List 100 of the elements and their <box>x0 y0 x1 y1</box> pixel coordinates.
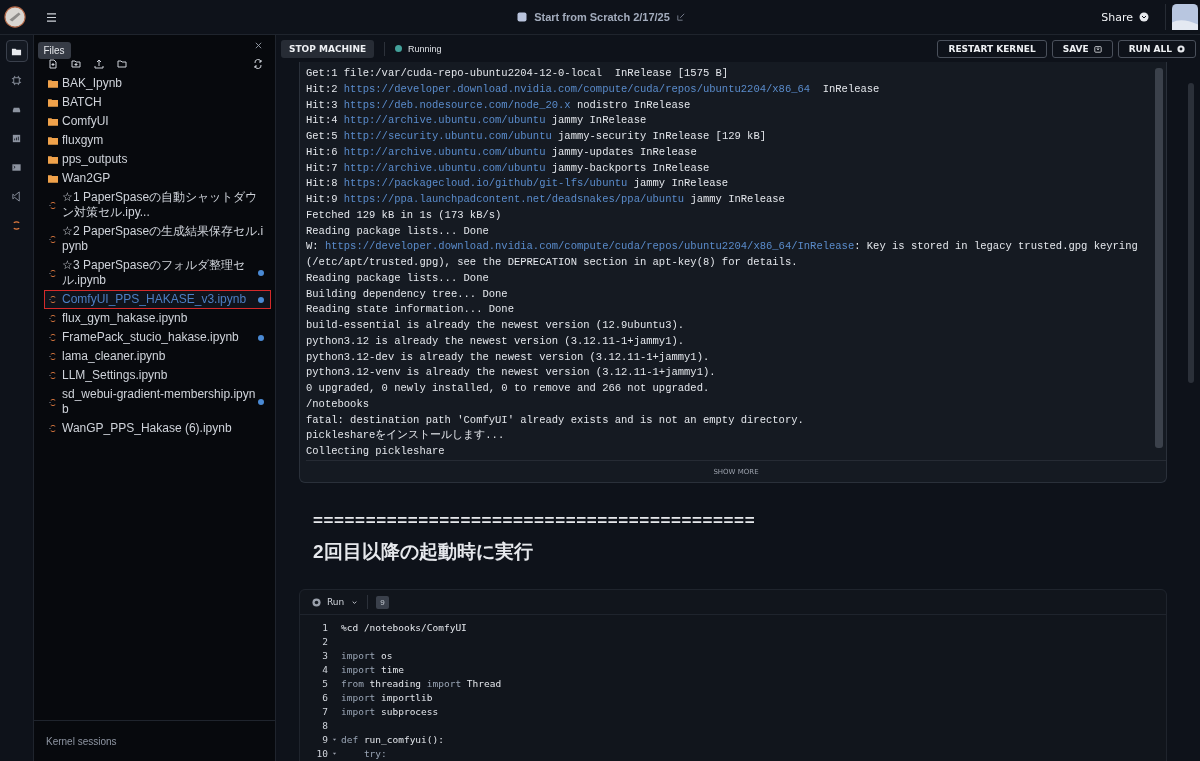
folder-icon[interactable] <box>117 59 127 69</box>
chart-icon <box>11 132 22 144</box>
run-icon <box>312 597 321 607</box>
output-line: /notebooks <box>306 396 370 412</box>
line-number: 7 <box>321 705 328 717</box>
caret-icon <box>1139 12 1149 22</box>
tooltip: Files <box>37 42 71 59</box>
notebook-icon <box>48 200 58 210</box>
markdown-heading: 2回目以降の起動時に実行 <box>313 540 534 564</box>
toolbar-button[interactable]: SAVE <box>1051 39 1113 58</box>
output-line: Building dependency tree... Done <box>306 286 509 302</box>
toolbar-button[interactable]: RESTART KERNEL <box>937 39 1047 58</box>
fold-caret-icon[interactable] <box>332 750 337 756</box>
output-line: Get:5 http://security.ubuntu.com/ubuntu jammy-security InRelease [129 kB] <box>306 129 767 144</box>
avatar-icon[interactable] <box>4 6 26 28</box>
file-item[interactable]: BATCH <box>44 93 271 112</box>
edit-icon[interactable] <box>676 13 685 21</box>
new-folder-icon[interactable] <box>71 59 81 69</box>
chip-icon <box>11 74 22 86</box>
line-number: 10 <box>315 747 328 759</box>
output-link[interactable]: https://ppa.launchpadcontent.net/deadsnakes/ppa/ubuntu <box>343 193 685 205</box>
output-link[interactable]: https://packagecloud.io/github/git-lfs/ubuntu <box>343 177 628 190</box>
code-line: import subprocess <box>341 705 439 717</box>
share-button[interactable]: Share <box>1101 10 1149 24</box>
user-avatar[interactable] <box>1165 4 1198 30</box>
file-item[interactable]: flux_gym_hakase.ipynb <box>44 309 271 328</box>
code-line: import os <box>341 649 393 661</box>
file-item[interactable]: lama_cleaner.ipynb <box>44 347 271 366</box>
refresh-icon[interactable] <box>253 59 263 69</box>
terminal-icon <box>11 161 22 173</box>
file-item[interactable]: BAK_Ipynb <box>44 74 271 93</box>
code-line: def run_comfyui(): <box>341 733 444 745</box>
file-item[interactable]: FramePack_stucio_hakase.ipynb <box>44 328 271 347</box>
output-line: W: https://developer.download.nvidia.com/compute/cuda/repos/ubuntu2204/x86_64/InRelease: Key is stored in legacy trusted.gpg keyring <box>306 239 1139 255</box>
output-link[interactable]: http://archive.ubuntu.com/ubuntu <box>343 161 546 174</box>
kernel-sessions-label[interactable]: Kernel sessions <box>46 735 117 747</box>
save-icon <box>1093 44 1102 53</box>
output-line: Hit:8 https://packagecloud.io/github/git-lfs/ubuntu jammy InRelease <box>306 176 730 192</box>
output-link[interactable]: http://security.ubuntu.com/ubuntu <box>343 130 552 142</box>
output-line: python3.12-dev is already the newest version (3.12.11-1+jammy1). <box>306 349 711 365</box>
notebook-icon <box>48 295 58 304</box>
output-line: Collecting pickleshare <box>306 444 446 459</box>
output-line: Reading package lists... Done <box>306 223 490 239</box>
line-number: 4 <box>321 663 328 675</box>
upload-icon[interactable] <box>94 59 104 69</box>
code-line: from threading import Thread <box>341 677 502 689</box>
notebook-icon <box>48 424 58 433</box>
output-line: Reading state information... Done <box>306 302 515 318</box>
code-line: import time <box>341 663 404 675</box>
stop-machine-button[interactable]: STOP MACHINE <box>281 39 375 58</box>
file-item[interactable]: sd_webui-gradient-membership.ipynb <box>44 385 271 419</box>
notebook-icon <box>48 333 58 342</box>
code-line: %cd /notebooks/ComfyUI <box>341 621 467 633</box>
toolbar-button[interactable]: RUN ALL <box>1117 39 1196 58</box>
notebook-title[interactable]: Start from Scratch 2/17/25 <box>534 11 670 23</box>
file-item[interactable]: ComfyUI_PPS_HAKASE_v3.ipynb <box>44 290 271 309</box>
notebook-icon <box>48 268 58 278</box>
file-item[interactable]: ☆1 PaperSpaseの自動シャットダウン対策セル.ipy... <box>44 188 271 222</box>
file-item[interactable]: fluxgym <box>44 131 271 150</box>
output-line: python3.12-venv is already the newest version (3.12.11-1+jammy1). <box>306 365 717 381</box>
record-icon <box>1177 44 1185 53</box>
file-item[interactable]: ComfyUI <box>44 112 271 131</box>
file-item[interactable]: LLM_Settings.ipynb <box>44 366 271 385</box>
output-line: 0 upgraded, 0 newly installed, 0 to remove and 266 not upgraded. <box>306 381 711 396</box>
line-number: 6 <box>321 691 328 703</box>
scrollbar-thumb[interactable] <box>1155 68 1163 448</box>
output-line: Hit:7 http://archive.ubuntu.com/ubuntu jammy-backports InRelease <box>306 160 711 176</box>
new-file-icon[interactable] <box>48 59 58 69</box>
notebook-icon <box>48 314 58 323</box>
output-link[interactable]: http://archive.ubuntu.com/ubuntu <box>343 114 546 127</box>
notebook-icon <box>48 397 58 407</box>
notebook-icon <box>48 371 58 380</box>
status-dot <box>395 45 403 52</box>
file-item[interactable]: WanGP_PPS_Hakase (6).ipynb <box>44 419 271 438</box>
file-item[interactable]: pps_outputs <box>44 150 271 169</box>
run-button[interactable]: Run <box>312 597 360 607</box>
output-link[interactable]: http://archive.ubuntu.com/ubuntu <box>343 145 546 158</box>
output-line: Hit:6 http://archive.ubuntu.com/ubuntu jammy-updates InRelease <box>306 144 698 160</box>
code-line: try: <box>362 747 387 759</box>
line-number: 3 <box>321 649 328 661</box>
output-link[interactable]: https://developer.download.nvidia.com/compute/cuda/repos/ubuntu2204/x86_64 <box>343 82 811 95</box>
output-link[interactable]: https://deb.nodesource.com/node_20.x <box>343 98 571 111</box>
output-line: Hit:4 http://archive.ubuntu.com/ubuntu jammy InRelease <box>306 113 648 129</box>
fold-caret-icon[interactable] <box>332 736 337 742</box>
output-link[interactable]: https://developer.download.nvidia.com/compute/cuda/repos/ubuntu2204/x86_64/InRelease <box>324 240 855 253</box>
file-item[interactable]: ☆3 PaperSpaseのフォルダ整理セル.ipynb <box>44 256 271 290</box>
notebook-icon <box>48 234 58 244</box>
output-line: pickleshareをインストールします... <box>306 428 506 444</box>
notebook-icon <box>517 12 528 22</box>
output-line: Hit:2 https://developer.download.nvidia.com/compute/cuda/repos/ubuntu2204/x86_64 InRelease <box>306 81 881 97</box>
line-number: 2 <box>321 635 328 647</box>
close-icon[interactable] <box>254 41 263 50</box>
file-item[interactable]: Wan2GP <box>44 169 271 188</box>
file-item[interactable]: ☆2 PaperSpaseの生成結果保存セル.ipynb <box>44 222 271 256</box>
machine-status: Running <box>408 43 442 54</box>
output-line: fatal: destination path 'ComfyUI' already exists and is not an empty directory. <box>306 412 805 428</box>
line-number: 1 <box>321 621 328 633</box>
menu-icon[interactable] <box>46 12 57 22</box>
scrollbar-thumb[interactable] <box>1188 83 1194 383</box>
output-line: python3.12 is already the newest version (3.12.11-1+jammy1). <box>306 333 686 349</box>
